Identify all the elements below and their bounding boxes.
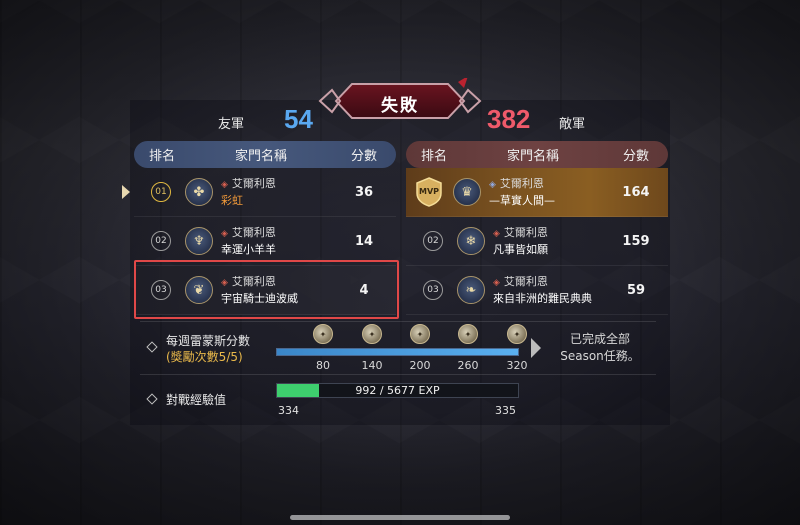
table-row[interactable]: 01 ✤ ◈ 艾爾利恩 彩虹 36: [122, 168, 396, 217]
reward-medal-icon[interactable]: ✦: [362, 324, 382, 344]
reward-medal-icon[interactable]: ✦: [458, 324, 478, 344]
class-icon: ◈: [493, 229, 500, 239]
wings-emblem-icon: ♆: [185, 227, 213, 255]
reward-medal-icon[interactable]: ✦: [410, 324, 430, 344]
ally-label: 友軍: [218, 117, 245, 132]
family-name: ◈ 艾爾利恩: [221, 177, 276, 190]
class-icon: ◈: [489, 180, 496, 190]
snowflake-emblem-icon: ❄: [457, 227, 485, 255]
rank-header: 排名: [148, 149, 175, 164]
rank-badge: 02: [423, 231, 443, 251]
weekly-progress-fill: [277, 349, 518, 355]
row-score: 159: [622, 233, 650, 249]
reward-count-label: (獎勵次數5/5): [166, 350, 243, 364]
crown-emblem-icon: ♛: [453, 178, 481, 206]
exp-value: 992 / 5677 EXP: [355, 384, 440, 397]
next-level: 335: [495, 404, 516, 417]
reward-medal-icon[interactable]: ✦: [507, 324, 527, 344]
row-score: 164: [622, 184, 650, 200]
rank-header: 排名: [420, 149, 447, 164]
tick-label: 320: [506, 359, 528, 372]
enemy-label: 敵軍: [559, 117, 586, 132]
class-icon: ◈: [221, 180, 228, 190]
tick-label: 80: [316, 359, 330, 372]
enemy-table: 排名 家門名稱 分數 MVP ♛ ◈ 艾爾利恩 —草實人間— 164 02 ❄ ◈…: [406, 141, 668, 315]
exp-progress-bar: 992 / 5677 EXP: [276, 383, 519, 398]
name-header: 家門名稱: [234, 149, 287, 164]
current-player-arrow-icon: [122, 185, 130, 199]
row-score: 36: [354, 184, 374, 200]
ally-score: 54: [284, 104, 313, 134]
enemy-score: 382: [487, 104, 531, 134]
progress-end-arrow-icon: [531, 338, 541, 358]
enemy-table-header: 排名 家門名稱 分數: [406, 141, 668, 168]
result-title: 失敗: [381, 96, 419, 116]
name-header: 家門名稱: [506, 149, 559, 164]
table-row[interactable]: 02 ♆ ◈ 艾爾利恩 幸運小羊羊 14: [134, 217, 396, 266]
family-name: ◈ 艾爾利恩: [221, 226, 276, 239]
rank-badge: 01: [151, 182, 171, 202]
family-name: ◈ 艾爾利恩: [493, 275, 548, 288]
table-row[interactable]: 03 ❧ ◈ 艾爾利恩 來自非洲的難民典典 59: [406, 266, 668, 315]
current-level: 334: [278, 404, 299, 417]
character-name: 凡事皆如願: [493, 243, 548, 256]
leaf-emblem-icon: ❧: [457, 276, 485, 304]
highlight-box: [134, 260, 399, 319]
class-icon: ◈: [221, 229, 228, 239]
weekly-score-label: 每週雷蒙斯分數: [166, 334, 251, 348]
family-name: ◈ 艾爾利恩: [493, 226, 548, 239]
table-row[interactable]: 02 ❄ ◈ 艾爾利恩 凡事皆如願 159: [406, 217, 668, 266]
character-name: —草實人間—: [489, 194, 555, 207]
divider: [140, 374, 656, 375]
weekly-progress-bar: [276, 348, 519, 356]
rank-badge: 03: [423, 280, 443, 300]
score-header: 分數: [622, 149, 649, 164]
mvp-label: MVP: [418, 187, 439, 196]
row-score: 14: [354, 233, 374, 249]
table-row[interactable]: MVP ♛ ◈ 艾爾利恩 —草實人間— 164: [406, 168, 668, 217]
character-name: 幸運小羊羊: [221, 243, 276, 256]
clover-emblem-icon: ✤: [185, 178, 213, 206]
mvp-badge-icon: MVP: [414, 177, 444, 207]
character-name: 來自非洲的難民典典: [493, 292, 592, 305]
divider: [140, 321, 656, 322]
home-indicator[interactable]: [290, 515, 510, 520]
rank-badge: 02: [151, 231, 171, 251]
class-icon: ◈: [493, 278, 500, 288]
battle-exp-label: 對戰經驗值: [166, 393, 227, 407]
tick-label: 200: [409, 359, 431, 372]
result-banner: 失敗: [318, 78, 482, 124]
row-score: 59: [626, 282, 646, 298]
reward-medal-icon[interactable]: ✦: [313, 324, 333, 344]
family-name: ◈ 艾爾利恩: [489, 177, 544, 190]
score-header: 分數: [350, 149, 377, 164]
completion-message: 已完成全部 Season任務。: [560, 332, 640, 363]
tick-label: 260: [457, 359, 479, 372]
tick-label: 140: [361, 359, 383, 372]
ally-table-header: 排名 家門名稱 分數: [134, 141, 396, 168]
character-name: 彩虹: [221, 194, 243, 207]
